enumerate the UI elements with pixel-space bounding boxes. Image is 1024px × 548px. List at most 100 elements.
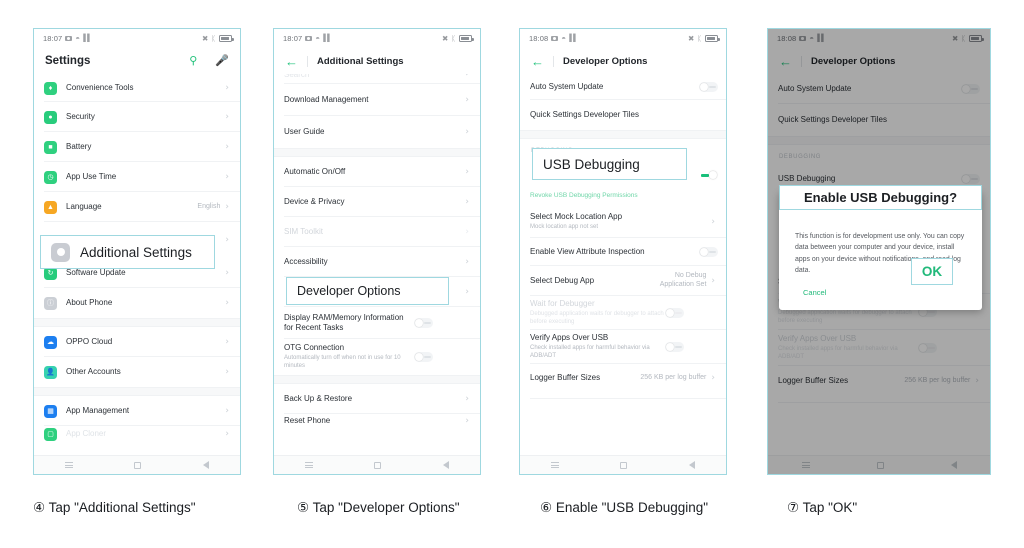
back-icon[interactable] xyxy=(443,461,450,469)
callout-usb-debugging[interactable]: USB Debugging xyxy=(532,148,687,180)
dialog-actions: Cancel OK xyxy=(795,286,966,304)
recents-icon[interactable] xyxy=(550,462,559,468)
verify-apps-over-usb-toggle[interactable] xyxy=(665,342,684,352)
chevron-right-icon: › xyxy=(711,372,715,383)
auto-system-update-toggle[interactable] xyxy=(699,82,718,92)
caption-step-6: ⑥ Enable "USB Debugging" xyxy=(540,500,709,515)
caption-step-4: ④ Tap "Additional Settings" xyxy=(33,500,196,515)
list-item[interactable]: Select Debug App No Debug Application Se… xyxy=(520,266,726,296)
recents-icon[interactable] xyxy=(64,462,73,468)
cancel-button[interactable]: Cancel xyxy=(803,288,826,297)
phone-screenshot-additional-settings: 18:07 ◓ ▌▌ ✖ ᛕ ← Additional Settings Sea… xyxy=(273,28,481,475)
section-gap xyxy=(34,318,240,327)
list-item[interactable]: 👤 Other Accounts › xyxy=(34,357,240,387)
wait-for-debugger-toggle xyxy=(665,308,684,318)
recents-icon[interactable] xyxy=(304,462,313,468)
list-item-label: Accessibility xyxy=(284,257,328,266)
list-item-label: Software Update xyxy=(66,268,126,277)
list-item[interactable]: Back Up & Restore › xyxy=(274,384,480,414)
list-item[interactable]: ☁ OPPO Cloud › xyxy=(34,327,240,357)
bluetooth-icon: ᛕ xyxy=(697,34,702,43)
list-item[interactable]: Enable View Attribute Inspection xyxy=(520,238,726,266)
developer-options-list: Auto System Update Quick Settings Develo… xyxy=(520,74,726,399)
additional-settings-list: Search › Download Management › User Guid… xyxy=(274,74,480,428)
list-item-subtitle: Mock location app not set xyxy=(530,223,599,230)
list-item: SIM Toolkit › xyxy=(274,217,480,247)
list-item[interactable]: ⓘ About Phone › xyxy=(34,288,240,318)
divider xyxy=(553,55,554,67)
list-item[interactable]: ◷ App Use Time › xyxy=(34,162,240,192)
signal-icon: ▌▌ xyxy=(83,35,92,42)
revoke-usb-permissions-link[interactable]: Revoke USB Debugging Permissions xyxy=(520,192,726,206)
list-item[interactable]: User Guide › xyxy=(274,116,480,148)
list-item[interactable]: ▦ App Management › xyxy=(34,396,240,426)
list-item-label: OTG Connection Automatically turn off wh… xyxy=(284,343,414,370)
back-arrow-icon[interactable]: ← xyxy=(285,55,298,68)
list-item-title: Verify Apps Over USB xyxy=(530,333,609,343)
list-item[interactable]: Auto System Update xyxy=(520,74,726,100)
list-item[interactable]: ■ Battery › xyxy=(34,132,240,162)
list-item[interactable]: Quick Settings Developer Tiles xyxy=(520,100,726,130)
list-item[interactable]: Verify Apps Over USB Check installed app… xyxy=(520,330,726,364)
list-item[interactable]: Reset Phone › xyxy=(274,414,480,428)
app-use-time-icon: ◷ xyxy=(44,170,57,184)
callout-developer-options[interactable]: Developer Options xyxy=(286,277,449,305)
chevron-right-icon: › xyxy=(225,201,229,212)
view-attribute-inspection-toggle[interactable] xyxy=(699,247,718,257)
list-item[interactable]: Logger Buffer Sizes 256 KB per log buffe… xyxy=(520,364,726,392)
list-item[interactable]: ● Security › xyxy=(34,102,240,132)
chevron-right-icon: › xyxy=(225,297,229,308)
list-item-label: Quick Settings Developer Tiles xyxy=(530,110,639,119)
home-icon[interactable] xyxy=(374,461,382,469)
list-item-label: Verify Apps Over USB Check installed app… xyxy=(530,333,665,360)
list-item[interactable]: ▲ Language English › xyxy=(34,192,240,222)
list-item[interactable]: ▢ App Cloner › xyxy=(34,426,240,442)
dnd-icon: ✖ xyxy=(688,34,695,43)
list-item[interactable]: Device & Privacy › xyxy=(274,187,480,217)
list-item[interactable]: Search › xyxy=(274,74,480,84)
chevron-right-icon: › xyxy=(225,82,229,93)
chevron-right-icon: › xyxy=(465,393,469,404)
callout-ok-button[interactable]: OK xyxy=(911,258,953,285)
camera-icon xyxy=(65,36,73,41)
screen: 18:07 ◓ ▌▌ ✖ ᛕ Settings ⚲ 🎤 ♦ Convenienc… xyxy=(34,29,240,474)
callout-label: OK xyxy=(921,264,943,279)
back-icon[interactable] xyxy=(203,461,210,469)
section-gap xyxy=(34,387,240,396)
otg-connection-toggle[interactable] xyxy=(414,352,433,362)
microphone-icon[interactable]: 🎤 xyxy=(215,55,229,67)
wifi-icon: ◓ xyxy=(315,33,321,43)
list-item[interactable]: Automatic On/Off › xyxy=(274,157,480,187)
wifi-icon: ◓ xyxy=(561,33,567,43)
signal-icon: ▌▌ xyxy=(323,35,332,42)
list-item-label: User Guide xyxy=(284,127,325,136)
callout-dialog-title: Enable USB Debugging? xyxy=(779,185,982,210)
dnd-icon: ✖ xyxy=(202,34,209,43)
list-item[interactable]: Accessibility › xyxy=(274,247,480,277)
home-icon[interactable] xyxy=(620,461,628,469)
back-arrow-icon[interactable]: ← xyxy=(531,55,544,68)
battery-icon xyxy=(459,35,474,42)
list-item-label: Select Debug App xyxy=(530,276,595,285)
divider xyxy=(307,55,308,67)
back-icon[interactable] xyxy=(689,461,696,469)
search-icon[interactable]: ⚲ xyxy=(189,55,197,67)
list-item[interactable]: OTG Connection Automatically turn off wh… xyxy=(274,339,480,375)
android-nav-bar xyxy=(520,455,726,474)
list-item-label: About Phone xyxy=(66,298,113,307)
list-item[interactable]: Download Management › xyxy=(274,84,480,116)
screen: 18:08 ◓ ▌▌ ✖ ᛕ ← Developer Options Auto … xyxy=(768,29,990,474)
list-item-label: Security xyxy=(66,112,95,121)
usb-debugging-toggle[interactable] xyxy=(699,170,718,180)
list-item[interactable]: Select Mock Location App Mock location a… xyxy=(520,206,726,238)
list-item-label: Reset Phone xyxy=(284,416,331,425)
signal-icon: ▌▌ xyxy=(569,35,578,42)
page-title: Additional Settings xyxy=(317,55,404,67)
list-item[interactable]: Display RAM/Memory Information for Recen… xyxy=(274,307,480,339)
page-title: Settings xyxy=(45,55,91,67)
home-icon[interactable] xyxy=(134,461,142,469)
chevron-right-icon: › xyxy=(225,234,229,245)
callout-additional-settings[interactable]: Additional Settings xyxy=(40,235,215,269)
list-item[interactable]: ♦ Convenience Tools › xyxy=(34,74,240,102)
display-ram-toggle[interactable] xyxy=(414,318,433,328)
